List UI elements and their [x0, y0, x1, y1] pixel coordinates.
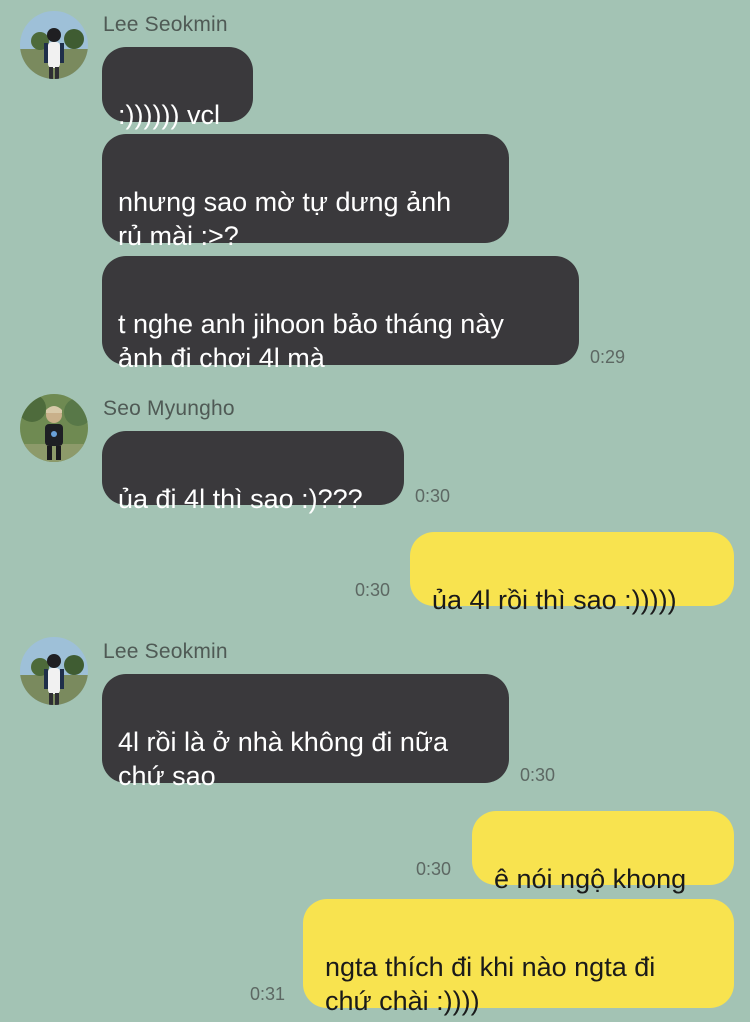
message-bubble[interactable]: ê nói ngộ khong: [472, 811, 734, 894]
message-text: ủa đi 4l thì sao :)???: [118, 484, 363, 514]
message-time: 0:29: [590, 347, 626, 367]
message-text: nhưng sao mờ tự dưng ảnh rủ mài :>?: [118, 187, 452, 251]
message-time: 0:30: [520, 765, 556, 785]
message-text: ủa 4l rồi thì sao :))))): [432, 585, 677, 615]
message-bubble[interactable]: :)))))) vcl: [102, 47, 253, 130]
message-text: t nghe anh jihoon bảo tháng này ảnh đi c…: [118, 309, 504, 373]
message-time: 0:30: [416, 859, 452, 879]
message-text: :)))))) vcl: [118, 100, 220, 130]
message-time: 0:31: [250, 984, 286, 1004]
message-text: ê nói ngộ khong: [494, 864, 687, 894]
message-bubble[interactable]: nhưng sao mờ tự dưng ảnh rủ mài :>?: [102, 134, 509, 251]
message-bubble[interactable]: ủa 4l rồi thì sao :))))): [410, 532, 734, 615]
sender-name: Seo Myungho: [103, 397, 235, 420]
message-bubble[interactable]: ủa đi 4l thì sao :)???: [102, 431, 404, 514]
message-time: 0:30: [355, 580, 391, 600]
sender-name: Lee Seokmin: [103, 13, 228, 36]
avatar-lee-seokmin[interactable]: [20, 637, 88, 705]
message-time: 0:30: [415, 486, 451, 506]
avatar-lee-seokmin[interactable]: [20, 11, 88, 79]
message-bubble[interactable]: t nghe anh jihoon bảo tháng này ảnh đi c…: [102, 256, 579, 373]
message-text: ngta thích đi khi nào ngta đi chứ chài :…: [325, 952, 656, 1016]
message-bubble[interactable]: 4l rồi là ở nhà không đi nữa chứ sao: [102, 674, 509, 791]
sender-name: Lee Seokmin: [103, 640, 228, 663]
message-text: 4l rồi là ở nhà không đi nữa chứ sao: [118, 727, 448, 791]
avatar-seo-myungho[interactable]: [20, 394, 88, 462]
message-bubble[interactable]: ngta thích đi khi nào ngta đi chứ chài :…: [303, 899, 734, 1016]
